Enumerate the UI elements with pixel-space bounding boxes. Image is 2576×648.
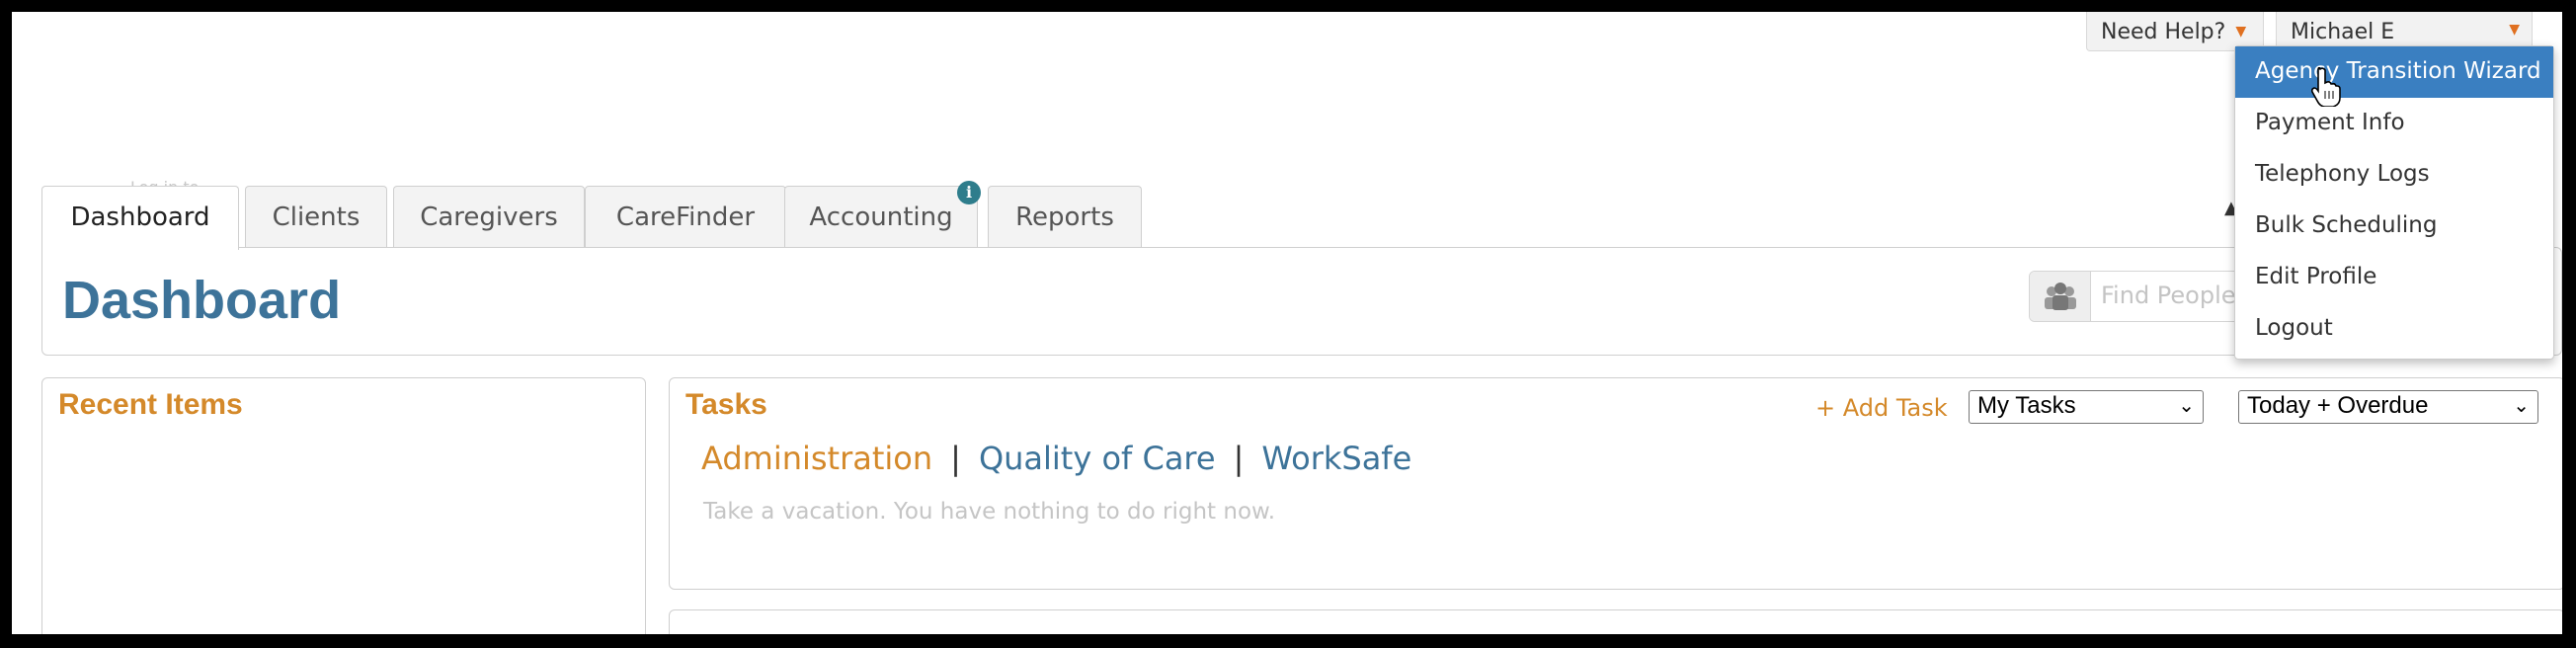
category-administration[interactable]: Administration — [701, 440, 932, 477]
chevron-down-icon: ⌄ — [2178, 395, 2195, 417]
tab-caregivers[interactable]: Caregivers — [393, 186, 585, 247]
page-title: Dashboard — [62, 271, 342, 330]
category-quality-of-care[interactable]: Quality of Care — [979, 440, 1216, 477]
task-range-select[interactable]: Today + Overdue ⌄ — [2238, 390, 2538, 424]
tab-reports[interactable]: Reports — [988, 186, 1142, 247]
chevron-down-icon: ⌄ — [2513, 395, 2530, 417]
menu-item-edit-profile[interactable]: Edit Profile — [2235, 252, 2553, 303]
menu-item-logout[interactable]: Logout — [2235, 303, 2553, 355]
people-icon[interactable] — [2030, 272, 2091, 321]
tab-label: Reports — [1015, 202, 1114, 232]
task-filter-select[interactable]: My Tasks ⌄ — [1969, 390, 2204, 424]
empty-tasks-message: Take a vacation. You have nothing to do … — [703, 499, 1276, 525]
tab-clients[interactable]: Clients — [245, 186, 387, 247]
tab-label: CareFinder — [615, 202, 756, 232]
app-screen: Need Help?▼ Michael E▼ Log in to ... Das… — [12, 12, 2562, 634]
tab-label: Caregivers — [420, 202, 558, 232]
tasks-panel: Tasks + Add Task My Tasks ⌄ Today + Over… — [669, 377, 2562, 590]
tab-dashboard[interactable]: Dashboard — [41, 186, 239, 250]
recent-items-panel: Recent Items — [41, 377, 646, 634]
lower-panel — [669, 609, 2562, 634]
category-separator: | — [1233, 440, 1245, 477]
recent-items-title: Recent Items — [58, 388, 243, 421]
tab-label: Clients — [272, 202, 361, 232]
task-categories: Administration | Quality of Care | WorkSafe — [701, 440, 1411, 477]
menu-item-telephony-logs[interactable]: Telephony Logs — [2235, 149, 2553, 201]
task-range-value: Today + Overdue — [2247, 392, 2429, 419]
add-task-link[interactable]: + Add Task — [1815, 394, 1948, 422]
user-name-label: Michael E — [2291, 20, 2395, 44]
info-icon[interactable]: i — [957, 181, 981, 204]
hand-cursor-icon — [2310, 65, 2341, 111]
tab-label: Dashboard — [70, 202, 210, 232]
caret-down-icon: ▼ — [2235, 24, 2247, 40]
user-dropdown-menu: Agency Transition Wizard Payment Info Te… — [2234, 45, 2554, 360]
category-separator: | — [950, 440, 961, 477]
task-filter-value: My Tasks — [1977, 392, 2076, 419]
tab-carefinder[interactable]: CareFinder — [585, 186, 786, 247]
caret-down-icon: ▼ — [2509, 22, 2520, 38]
menu-item-agency-transition-wizard[interactable]: Agency Transition Wizard — [2235, 46, 2553, 98]
need-help-label: Need Help? — [2101, 20, 2226, 44]
tab-accounting[interactable]: Accounting i — [784, 181, 981, 247]
category-worksafe[interactable]: WorkSafe — [1261, 440, 1411, 477]
menu-item-bulk-scheduling[interactable]: Bulk Scheduling — [2235, 201, 2553, 252]
tasks-title: Tasks — [685, 388, 767, 421]
menu-item-payment-info[interactable]: Payment Info — [2235, 98, 2553, 149]
tab-label: Accounting — [809, 202, 953, 232]
